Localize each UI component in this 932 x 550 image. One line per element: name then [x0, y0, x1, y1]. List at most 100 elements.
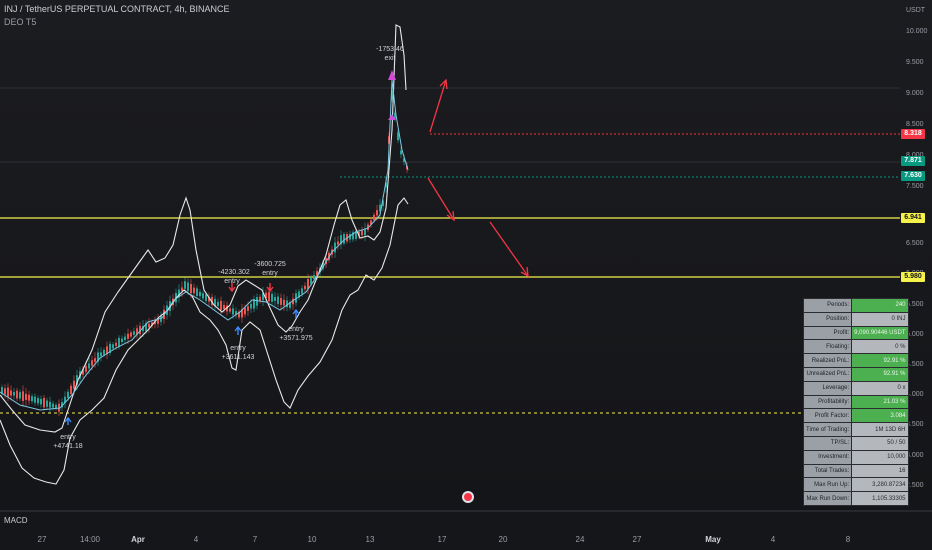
price-tick-label: 9.500 [906, 59, 924, 66]
candle-body [121, 338, 123, 343]
candle-body [7, 387, 9, 397]
candle-body [43, 397, 45, 408]
stats-row: Floating: 0 % [802, 339, 909, 355]
candle-body [52, 403, 54, 408]
stats-value: 92.91 % [851, 366, 909, 382]
chart-area[interactable]: -1753.46 exit entry +4741.18 -4230.302 e… [0, 0, 932, 510]
candle-body [130, 332, 132, 337]
stats-label: Max Run Down: [802, 491, 853, 506]
projection-arrows [427, 78, 529, 278]
price-tick-label: 4.500 [906, 361, 924, 368]
stats-row: Unrealized PnL: 92.91 % [802, 366, 909, 382]
price-label-badge: 7.630 [901, 171, 925, 181]
upper-band-line [0, 24, 407, 433]
price-chart[interactable]: -1753.46 exit entry +4741.18 -4230.302 e… [0, 0, 932, 510]
stats-row: Periods: 240 [802, 298, 909, 313]
logo-icon-inner [464, 493, 472, 501]
candles [1, 88, 408, 417]
candle-body [301, 288, 303, 294]
stats-value: 92.91 % [851, 353, 909, 368]
candle-body [73, 380, 75, 390]
stats-value: 16 [851, 463, 909, 479]
stats-row: Max Run Down: 1,105.33305 [802, 491, 909, 506]
candle-body [310, 277, 312, 284]
candle-body [115, 342, 117, 346]
trade4-label: entry [262, 270, 278, 277]
price-tick-label: 4.000 [906, 391, 924, 398]
time-tick-label: 14:00 [79, 535, 101, 544]
candle-body [127, 333, 129, 339]
stats-label: Profit Factor: [802, 408, 853, 424]
candle-body [22, 391, 24, 401]
stats-value: 0 INJ [851, 311, 909, 327]
stats-label: Floating: [802, 339, 853, 355]
stats-value: 240 [851, 298, 909, 313]
candle-body [271, 293, 273, 302]
stats-row: Realized PnL: 92.91 % [802, 353, 909, 368]
candle-body [184, 281, 186, 289]
stats-label: Profit: [802, 325, 853, 341]
candle-body [244, 307, 246, 315]
candle-body [94, 358, 96, 362]
candle-body [193, 287, 195, 294]
time-tick-label: 27 [37, 535, 47, 544]
price-tick-label: 9.000 [906, 90, 924, 97]
time-tick-label: Apr [131, 535, 145, 544]
time-tick-label: 24 [575, 535, 585, 544]
price-label-badge: 6.941 [901, 213, 925, 223]
stats-label: Position: [802, 311, 853, 327]
candle-body [202, 293, 204, 299]
candle-body [34, 396, 36, 403]
candle-body [4, 388, 6, 395]
price-tick-label: 5.000 [906, 331, 924, 338]
time-tick-label: 4 [770, 535, 776, 544]
candle-body [70, 385, 72, 394]
candle-body [277, 296, 279, 304]
price-tick-label: 7.500 [906, 183, 924, 190]
stats-label: Time of Trading: [802, 422, 853, 437]
stats-value: 50 / 50 [851, 435, 909, 451]
candle-body [373, 214, 375, 221]
stats-label: Investment: [802, 449, 853, 465]
time-tick-label: 20 [498, 535, 508, 544]
candle-body [313, 274, 315, 280]
candle-body [37, 398, 39, 404]
candle-body [268, 291, 270, 302]
candle-body [40, 398, 42, 405]
stats-value: 21.03 % [851, 394, 909, 410]
candle-body [124, 336, 126, 341]
stats-row: Leverage: 0 x [802, 380, 909, 396]
candle-body [376, 210, 378, 216]
indicator-name[interactable]: DEO T5 [4, 17, 36, 27]
candle-body [10, 390, 12, 396]
trade3-value: +3611.143 [222, 354, 255, 361]
stats-label: Realized PnL: [802, 353, 853, 368]
candle-body [118, 337, 120, 347]
candle-body [304, 285, 306, 290]
candle-body [217, 301, 219, 307]
candle-body [196, 288, 198, 297]
candle-body [16, 390, 18, 399]
price-tick-label: 5.500 [906, 301, 924, 308]
price-label-badge: 7.871 [901, 156, 925, 166]
price-label-badge: 5.980 [901, 272, 925, 282]
candle-body [337, 241, 339, 245]
pane-divider[interactable] [0, 510, 932, 512]
candle-body [133, 331, 135, 335]
time-tick-label: 10 [307, 535, 317, 544]
price-label-badge: 8.318 [901, 129, 925, 139]
time-axis[interactable]: 27 14:00 Apr 4 7 10 13 17 20 24 27 May 4 8 [0, 531, 932, 550]
candle-body [223, 304, 225, 310]
candle-body [274, 297, 276, 301]
exit-value-label: -1753.46 [376, 46, 404, 53]
stats-row: Profit Factor: 3.084 [802, 408, 909, 424]
candle-body [361, 230, 363, 236]
candle-body [88, 363, 90, 369]
macd-pane-label[interactable]: MACD [4, 516, 28, 525]
stats-value: 1M 13D 6H [851, 422, 909, 437]
stats-value: 0 x [851, 380, 909, 396]
exit-marker [388, 70, 396, 80]
time-tick-label: 13 [365, 535, 375, 544]
exit-label: exit [385, 55, 396, 62]
candle-body [232, 308, 234, 315]
